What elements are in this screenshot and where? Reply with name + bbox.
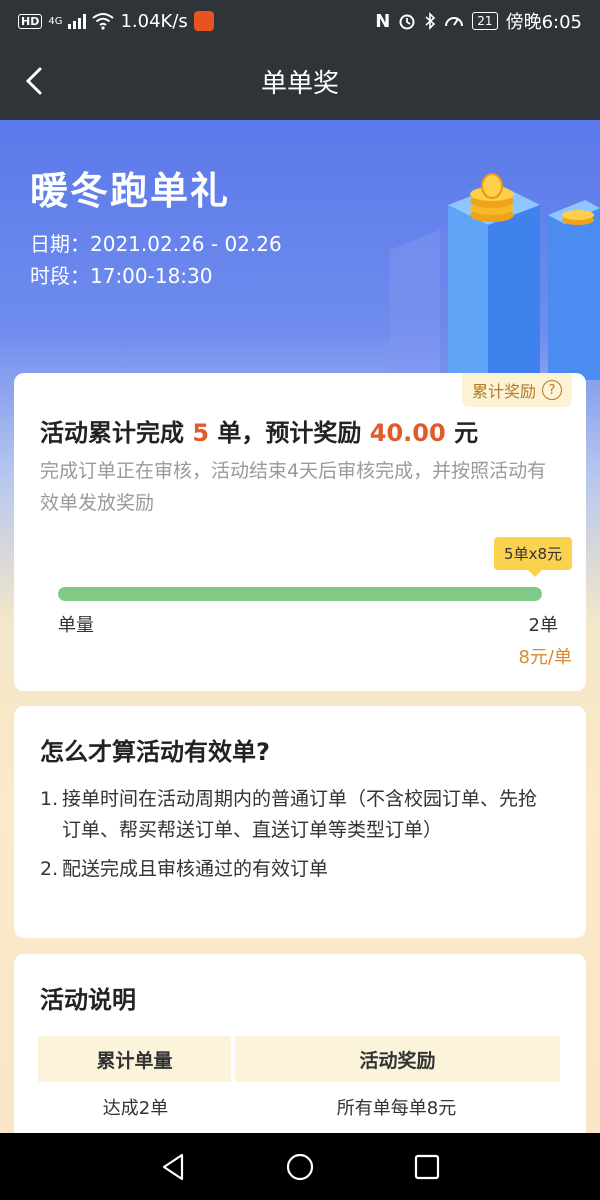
app-notification-icon — [193, 11, 214, 31]
column-header: 活动奖励 — [231, 1036, 560, 1082]
network-type: 4G — [48, 15, 63, 27]
headline-prefix: 活动累计完成 — [40, 419, 184, 447]
progress-bar — [58, 587, 542, 601]
list-item: 2. 配送完成且审核通过的有效订单 — [40, 858, 329, 880]
speed-icon — [445, 17, 464, 27]
city-building-illustration — [390, 173, 600, 380]
header-bar: 单单奖 — [0, 42, 600, 120]
expected-reward-amount: 40.00 — [369, 419, 446, 447]
headline-mid: 单，预计奖励 — [217, 419, 362, 447]
table-cell: 所有单每单8元 — [336, 1098, 457, 1119]
info-title: 活动说明 — [40, 986, 136, 1014]
column-header: 累计单量 — [38, 1036, 233, 1082]
valid-order-rules-card: 怎么才算活动有效单? 1. 接单时间在活动周期内的普通订单（不含校园订单、先抢订单… — [14, 706, 586, 938]
event-date: 日期：2021.02.26 - 02.26 — [30, 232, 282, 256]
status-bar: HD 4G 1.04K/s N 21 傍晚6:05 — [0, 0, 600, 42]
headline-suffix: 元 — [454, 419, 479, 447]
recents-square-icon[interactable] — [411, 1151, 443, 1183]
page-title: 单单奖 — [260, 68, 339, 99]
alarm-icon — [399, 14, 415, 30]
reward-description: 完成订单正在审核，活动结束4天后审核完成，并按照活动有效单发放奖励 — [40, 460, 547, 514]
battery-icon: 21 — [472, 12, 498, 30]
wifi-icon — [92, 13, 115, 30]
hd-indicator: HD — [18, 13, 43, 29]
back-triangle-icon[interactable] — [157, 1151, 189, 1183]
system-navigation-bar — [0, 1133, 600, 1200]
chevron-left-icon[interactable] — [22, 66, 50, 96]
reward-headline: 活动累计完成 5 单，预计奖励 40.00 元 — [40, 413, 478, 448]
network-speed: 1.04K/s — [120, 10, 188, 32]
event-title: 暖冬跑单礼 — [30, 169, 231, 213]
progress-target-label: 2单 — [528, 615, 558, 636]
rules-list: 1. 接单时间在活动周期内的普通订单（不含校园订单、先抢订单、帮买帮送订单、直送订… — [40, 784, 540, 893]
rules-title: 怎么才算活动有效单? — [40, 738, 270, 766]
nfc-icon: N — [375, 10, 391, 32]
list-item: 1. 接单时间在活动周期内的普通订单（不含校园订单、先抢订单、帮买帮送订单、直送订… — [40, 788, 538, 841]
event-info-card: 活动说明 累计单量 活动奖励 达成2单 所有单每单8元 — [14, 954, 586, 1154]
orders-completed-count: 5 — [192, 419, 210, 447]
question-icon: ? — [542, 380, 562, 400]
progress-fill — [58, 587, 542, 601]
event-time-range: 时段：17:00-18:30 — [30, 264, 213, 288]
clock: 傍晚6:05 — [505, 12, 582, 33]
reward-table: 累计单量 活动奖励 达成2单 所有单每单8元 — [38, 1036, 560, 1132]
bluetooth-icon — [425, 12, 436, 30]
table-row: 达成2单 所有单每单8元 — [38, 1082, 560, 1132]
cumulative-reward-label: 累计奖励 — [471, 382, 536, 401]
hero-banner: 暖冬跑单礼 日期：2021.02.26 - 02.26 时段：17:00-18:… — [0, 120, 600, 380]
reward-summary-card: 累计奖励 ? 活动累计完成 5 单，预计奖励 40.00 元 完成订单正在审核，… — [14, 373, 586, 691]
cumulative-reward-help[interactable]: 累计奖励 ? — [461, 373, 572, 407]
table-cell: 达成2单 — [102, 1098, 169, 1119]
progress-tooltip: 5单x8元 — [494, 537, 572, 577]
table-header-row: 累计单量 活动奖励 — [38, 1036, 560, 1082]
reward-rate: 8元/单 — [518, 647, 572, 668]
progress-axis-label: 单量 — [58, 615, 94, 636]
signal-icon — [68, 13, 87, 29]
home-circle-icon[interactable] — [284, 1151, 316, 1183]
